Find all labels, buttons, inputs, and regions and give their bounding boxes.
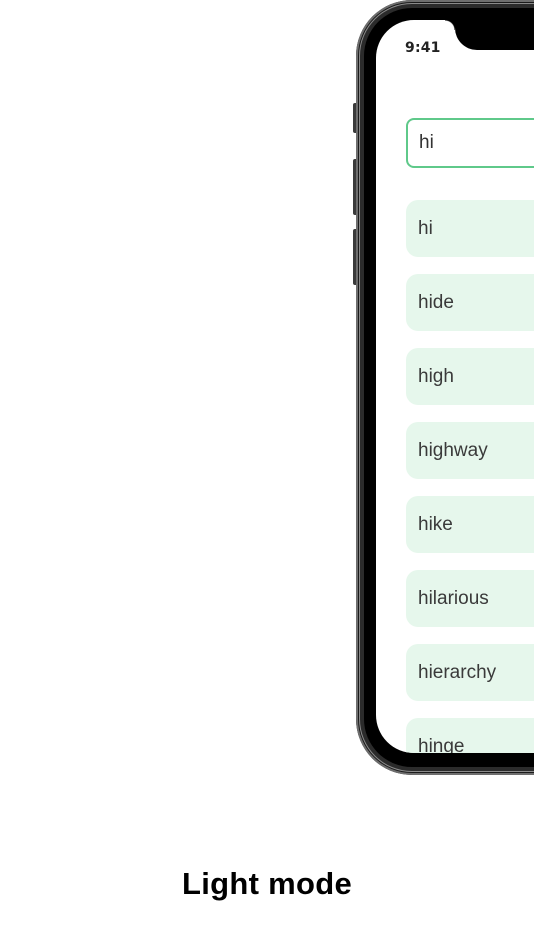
showcase-stage: 9:41 hi hide high highway hike hilarious… xyxy=(0,0,534,950)
phone-screen: 9:41 hi hide high highway hike hilarious… xyxy=(376,20,534,753)
search-input[interactable] xyxy=(406,118,534,168)
notch xyxy=(445,20,534,50)
phone-frame: 9:41 hi hide high highway hike hilarious… xyxy=(356,0,534,775)
list-item[interactable]: high xyxy=(406,348,534,405)
list-item[interactable]: hilarious xyxy=(406,570,534,627)
results-list: hi hide high highway hike hilarious hier… xyxy=(406,200,534,753)
list-item[interactable]: hinge xyxy=(406,718,534,753)
status-time: 9:41 xyxy=(405,40,441,56)
mode-caption: Light mode xyxy=(181,866,353,901)
list-item[interactable]: highway xyxy=(406,422,534,479)
list-item[interactable]: hierarchy xyxy=(406,644,534,701)
list-item[interactable]: hike xyxy=(406,496,534,553)
list-item[interactable]: hide xyxy=(406,274,534,331)
list-item[interactable]: hi xyxy=(406,200,534,257)
